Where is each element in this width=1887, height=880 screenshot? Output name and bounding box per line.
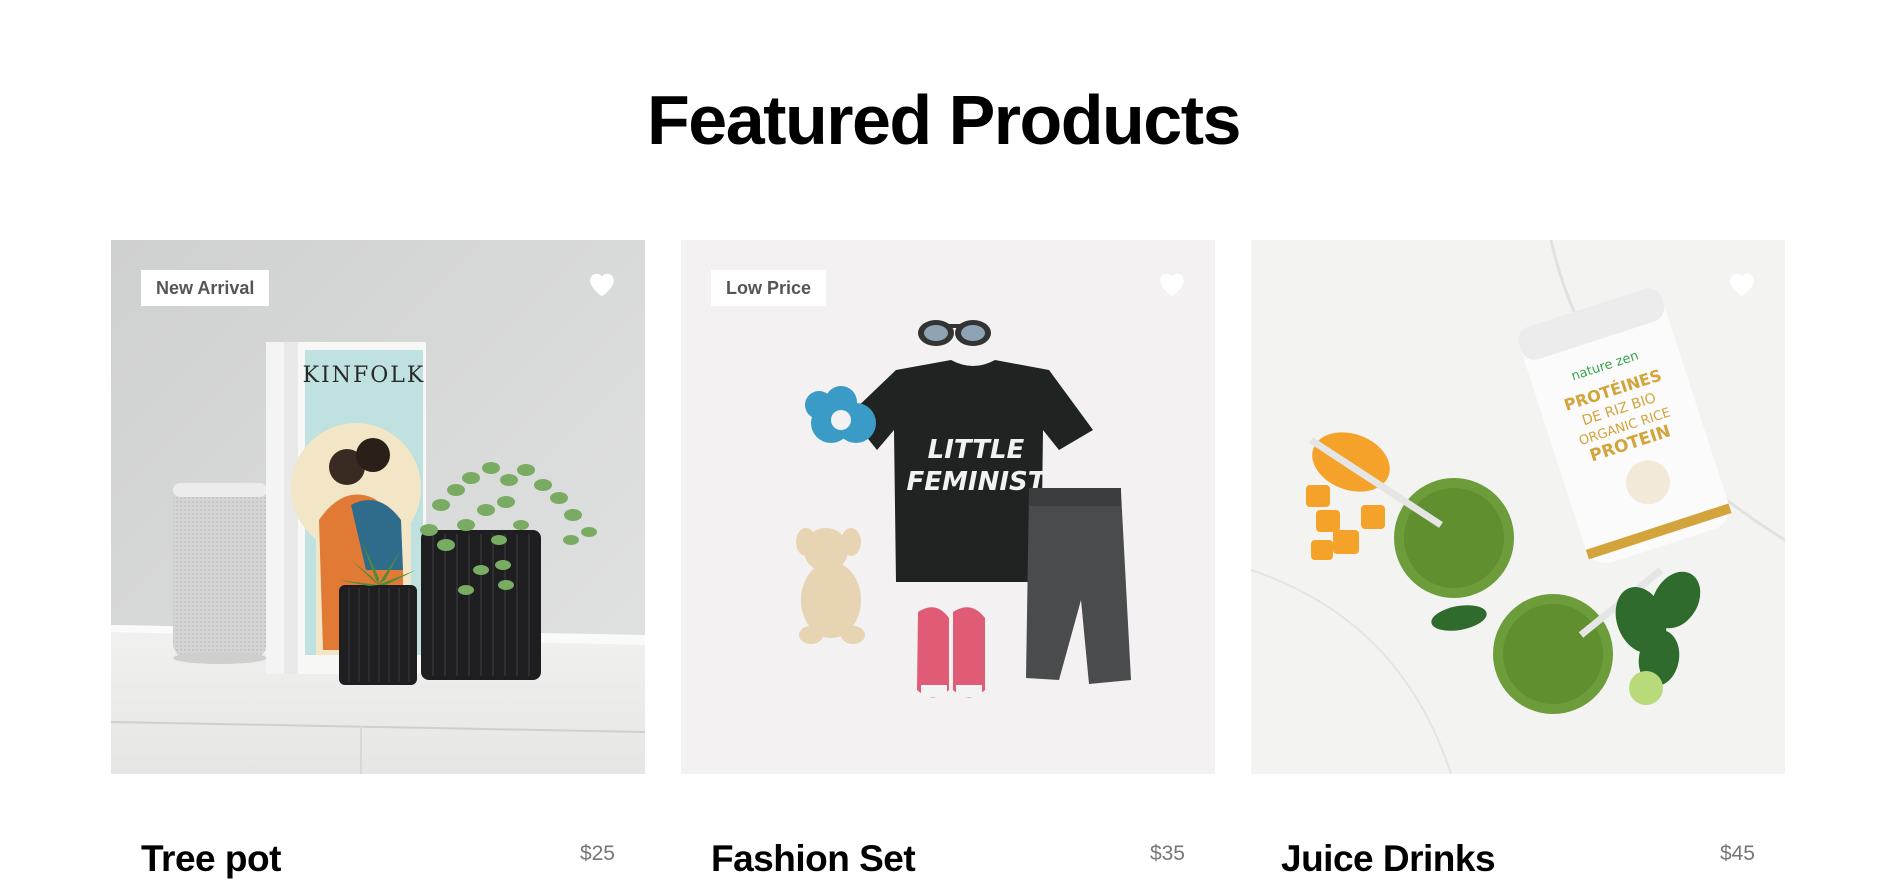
product-card-tree-pot[interactable]: KINFOLK New Arrival Tree pot $25 xyxy=(111,240,645,879)
product-price: $25 xyxy=(579,842,615,865)
heart-icon[interactable] xyxy=(1727,270,1757,300)
section-title: Featured Products xyxy=(647,81,1241,159)
product-name[interactable]: Fashion Set xyxy=(711,838,916,880)
green-juice-photo: nature zen PROTÉINES DE RIZ BIO ORGANIC … xyxy=(1251,240,1785,774)
product-name[interactable]: Tree pot xyxy=(141,838,281,880)
product-badge: New Arrival xyxy=(141,270,270,306)
kids-outfit-photo: LITTLE FEMINIST xyxy=(681,240,1215,774)
product-card-juice-drinks[interactable]: nature zen PROTÉINES DE RIZ BIO ORGANIC … xyxy=(1251,240,1785,879)
home-decor-photo: KINFOLK xyxy=(111,240,645,774)
product-card-fashion-set[interactable]: LITTLE FEMINIST Low Price Fashion Set $3… xyxy=(681,240,1215,879)
product-price: $45 xyxy=(1719,842,1755,865)
product-image[interactable]: KINFOLK New Arrival xyxy=(111,240,645,774)
product-name[interactable]: Juice Drinks xyxy=(1281,838,1496,880)
tshirt-print-line2: FEMINIST xyxy=(907,467,1048,497)
magazine-title: KINFOLK xyxy=(303,363,426,388)
product-image[interactable]: nature zen PROTÉINES DE RIZ BIO ORGANIC … xyxy=(1251,240,1785,774)
product-badge: Low Price xyxy=(711,270,827,306)
heart-icon[interactable] xyxy=(1157,270,1187,300)
product-price: $35 xyxy=(1149,842,1185,865)
product-image[interactable]: LITTLE FEMINIST Low Price xyxy=(681,240,1215,774)
tshirt-print-line1: LITTLE xyxy=(928,435,1025,465)
heart-icon[interactable] xyxy=(587,270,617,300)
